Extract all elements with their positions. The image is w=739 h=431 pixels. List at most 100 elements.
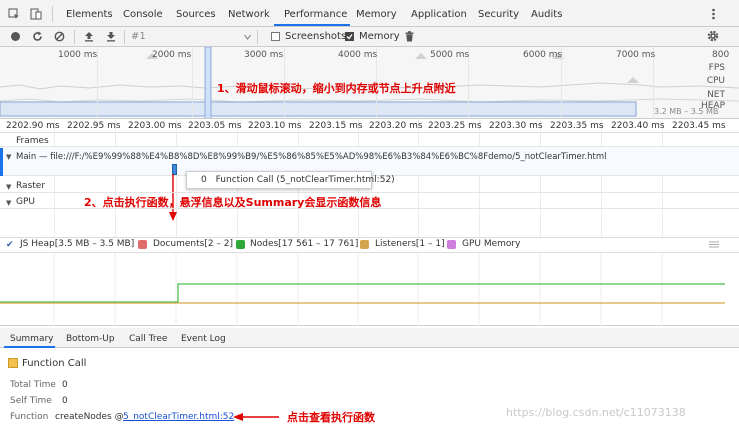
overview-tick: 5000 ms	[430, 50, 470, 60]
raster-track[interactable]: Raster	[16, 181, 45, 191]
js-heap-checkbox-icon[interactable]: ✔	[6, 240, 14, 250]
ruler-tick: 2203.30 ms	[489, 121, 543, 131]
memory-counter-graph	[0, 253, 725, 326]
tab-call-tree[interactable]: Call Tree	[129, 334, 167, 344]
legend-gpu-memory[interactable]: GPU Memory	[462, 239, 520, 249]
check-icon	[346, 34, 353, 40]
tooltip-duration: 0	[201, 175, 207, 185]
overview-grid-line	[192, 47, 193, 119]
memory-label: Memory	[359, 31, 400, 42]
ruler-grid-line	[601, 119, 602, 241]
cursor-icon[interactable]	[8, 8, 20, 20]
gpu-track[interactable]: GPU	[16, 197, 35, 207]
ruler-grid-line	[540, 119, 541, 241]
tab-console[interactable]: Console	[123, 9, 163, 20]
ruler-tick: 2203.45 ms	[672, 121, 726, 131]
raster-expand-triangle[interactable]: ▼	[6, 183, 11, 191]
tooltip-text: Function Call (5_notClearTimer.html:52)	[215, 175, 395, 185]
watermark: https://blog.csdn.net/c11073138	[506, 406, 686, 419]
ruler-tick: 2203.15 ms	[309, 121, 363, 131]
overview-tick: 3000 ms	[244, 50, 284, 60]
summary-title: Function Call	[22, 358, 87, 369]
memory-checkbox[interactable]	[345, 32, 354, 41]
track-divider	[0, 192, 739, 193]
toolbar-divider	[257, 30, 258, 44]
total-time-value: 0	[62, 380, 68, 390]
main-expand-triangle[interactable]: ▼	[6, 153, 11, 161]
legend-nodes[interactable]: Nodes[17 561 – 17 761]	[250, 239, 358, 249]
legend-listeners[interactable]: Listeners[1 – 1]	[375, 239, 445, 249]
self-time-label: Self Time	[10, 396, 52, 406]
gpu-memory-swatch[interactable]	[447, 240, 456, 249]
download-icon[interactable]	[106, 31, 116, 42]
overview-tick: 1000 ms	[58, 50, 98, 60]
listeners-swatch[interactable]	[360, 240, 369, 249]
legend-js-heap[interactable]: JS Heap[3.5 MB – 3.5 MB]	[20, 239, 134, 249]
upload-icon[interactable]	[84, 31, 94, 42]
tab-application[interactable]: Application	[411, 9, 467, 20]
drag-handle-icon[interactable]	[709, 241, 719, 248]
trash-icon[interactable]	[405, 31, 414, 42]
tab-performance[interactable]: Performance	[284, 9, 347, 20]
overview-tick: 4000 ms	[338, 50, 378, 60]
overview-tick: 6000 ms	[523, 50, 563, 60]
tab-event-log[interactable]: Event Log	[181, 334, 226, 344]
overview-tick: 7000 ms	[616, 50, 656, 60]
annotation-3: 点击查看执行函数	[287, 411, 375, 424]
ruler-tick: 2202.95 ms	[67, 121, 121, 131]
ruler-tick: 2203.20 ms	[369, 121, 423, 131]
tab-security[interactable]: Security	[478, 9, 519, 20]
net-label: NET	[707, 90, 725, 100]
tab-network[interactable]: Network	[228, 9, 270, 20]
gpu-expand-triangle[interactable]: ▼	[6, 199, 11, 207]
settings-icon[interactable]	[707, 30, 719, 42]
function-label: Function	[10, 412, 49, 422]
function-call-tooltip: 0 Function Call (5_notClearTimer.html:52…	[186, 171, 395, 189]
overview-tick: 800	[712, 50, 730, 60]
ruler-tick: 2203.10 ms	[248, 121, 302, 131]
ruler-tick: 2203.25 ms	[428, 121, 482, 131]
tab-bottom-up[interactable]: Bottom-Up	[66, 334, 115, 344]
reload-icon[interactable]	[32, 31, 43, 42]
documents-swatch[interactable]	[138, 240, 147, 249]
tab-summary[interactable]: Summary	[10, 334, 54, 344]
clear-icon[interactable]	[54, 31, 65, 42]
heap-range: 3.2 MB – 3.5 MB	[654, 107, 719, 116]
ruler-grid-line	[662, 119, 663, 241]
ruler-tick: 2203.00 ms	[128, 121, 182, 131]
active-tab-indicator	[274, 24, 350, 26]
screenshots-checkbox[interactable]	[271, 32, 280, 41]
record-icon[interactable]	[10, 31, 21, 42]
ruler-tick: 2202.90 ms	[6, 121, 60, 131]
overview-tick: 2000 ms	[152, 50, 192, 60]
annotation-2: 2、点击执行函数，悬浮信息以及Summary会显示函数信息	[84, 196, 382, 209]
ruler-tick: 2203.40 ms	[611, 121, 665, 131]
function-name: createNodes @	[55, 412, 124, 422]
function-call-color-icon	[8, 358, 18, 368]
annotation-1: 1、滑动鼠标滚动，缩小到内存或节点上升点附近	[217, 82, 456, 95]
ruler-grid-line	[115, 119, 116, 241]
function-source-link[interactable]: 5_notClearTimer.html:52	[123, 412, 234, 422]
device-icon[interactable]	[30, 8, 42, 20]
legend-documents[interactable]: Documents[2 – 2]	[153, 239, 233, 249]
profile-select[interactable]: #1	[131, 31, 146, 42]
more-icon[interactable]	[711, 7, 716, 21]
main-track[interactable]: Main — file:///F:/%E9%99%88%E4%B8%8D%E8%…	[16, 152, 607, 162]
red-arrow-left	[233, 413, 279, 421]
ruler-tick: 2203.35 ms	[550, 121, 604, 131]
ruler-grid-line	[54, 119, 55, 241]
toolbar-divider	[124, 30, 125, 44]
nodes-swatch[interactable]	[236, 240, 245, 249]
main-track-selection-bar	[0, 148, 3, 176]
tab-elements[interactable]: Elements	[66, 9, 113, 20]
frames-track[interactable]: Frames	[16, 136, 49, 146]
ruler-grid-line	[418, 119, 419, 241]
tab-audits[interactable]: Audits	[531, 9, 562, 20]
fps-label: FPS	[708, 63, 725, 73]
total-time-label: Total Time	[10, 380, 56, 390]
tab-sources[interactable]: Sources	[176, 9, 216, 20]
toolbar-divider	[74, 30, 75, 44]
tab-memory[interactable]: Memory	[356, 9, 397, 20]
screenshots-label: Screenshots	[285, 31, 347, 42]
chevron-down-icon[interactable]	[244, 34, 251, 40]
